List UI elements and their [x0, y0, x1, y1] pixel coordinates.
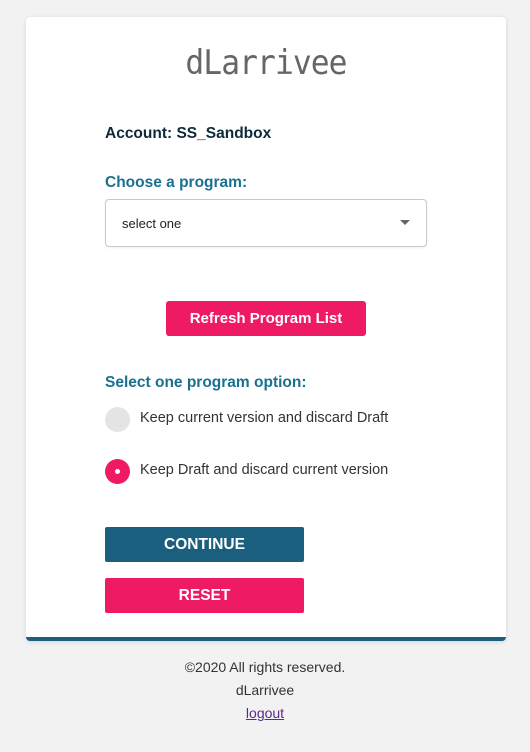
main-card: dLarrivee Account: SS_Sandbox Choose a p… — [26, 17, 506, 641]
option-label: Keep current version and discard Draft — [140, 410, 389, 426]
radio-button-checked[interactable] — [105, 459, 130, 484]
account-label: Account: SS_Sandbox — [105, 125, 272, 142]
logo: dLarrivee — [185, 43, 347, 83]
choose-program-label: Choose a program: — [105, 174, 248, 191]
copyright-text: ©2020 All rights reserved. — [184, 659, 346, 675]
radio-dot-icon — [115, 469, 120, 474]
chevron-down-icon — [400, 220, 410, 225]
program-select[interactable]: select one — [105, 199, 427, 247]
refresh-program-list-button[interactable]: Refresh Program List — [166, 301, 366, 336]
logout-link[interactable]: logout — [246, 705, 284, 721]
program-option-label: Select one program option: — [105, 374, 307, 391]
program-select-value: select one — [122, 216, 182, 231]
footer: ©2020 All rights reserved. dLarrivee log… — [0, 659, 530, 728]
footer-brand: dLarrivee — [235, 682, 295, 698]
radio-button-unchecked[interactable] — [105, 407, 130, 432]
continue-button[interactable]: CONTINUE — [105, 527, 304, 562]
reset-button[interactable]: RESET — [105, 578, 304, 613]
option-label: Keep Draft and discard current version — [140, 462, 389, 478]
